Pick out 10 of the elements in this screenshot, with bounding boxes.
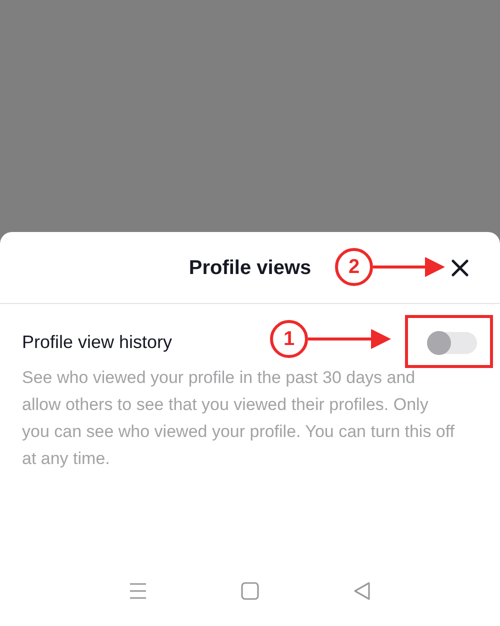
annotation-number: 1 <box>270 320 308 358</box>
setting-label: Profile view history <box>22 330 172 354</box>
sheet-title: Profile views <box>188 256 312 280</box>
home-square-icon[interactable] <box>241 582 259 600</box>
setting-description: See who viewed your profile in the past 30 days and allow others to see that you viewed their profiles. Only you can see who viewed your profile. You can turn this off at any time. <box>22 367 456 470</box>
annotation-number: 2 <box>335 248 373 286</box>
back-triangle-icon[interactable] <box>353 582 371 600</box>
menu-icon[interactable] <box>129 582 147 600</box>
arrow-drawing <box>373 256 445 278</box>
toggle-switch[interactable] <box>427 332 477 354</box>
